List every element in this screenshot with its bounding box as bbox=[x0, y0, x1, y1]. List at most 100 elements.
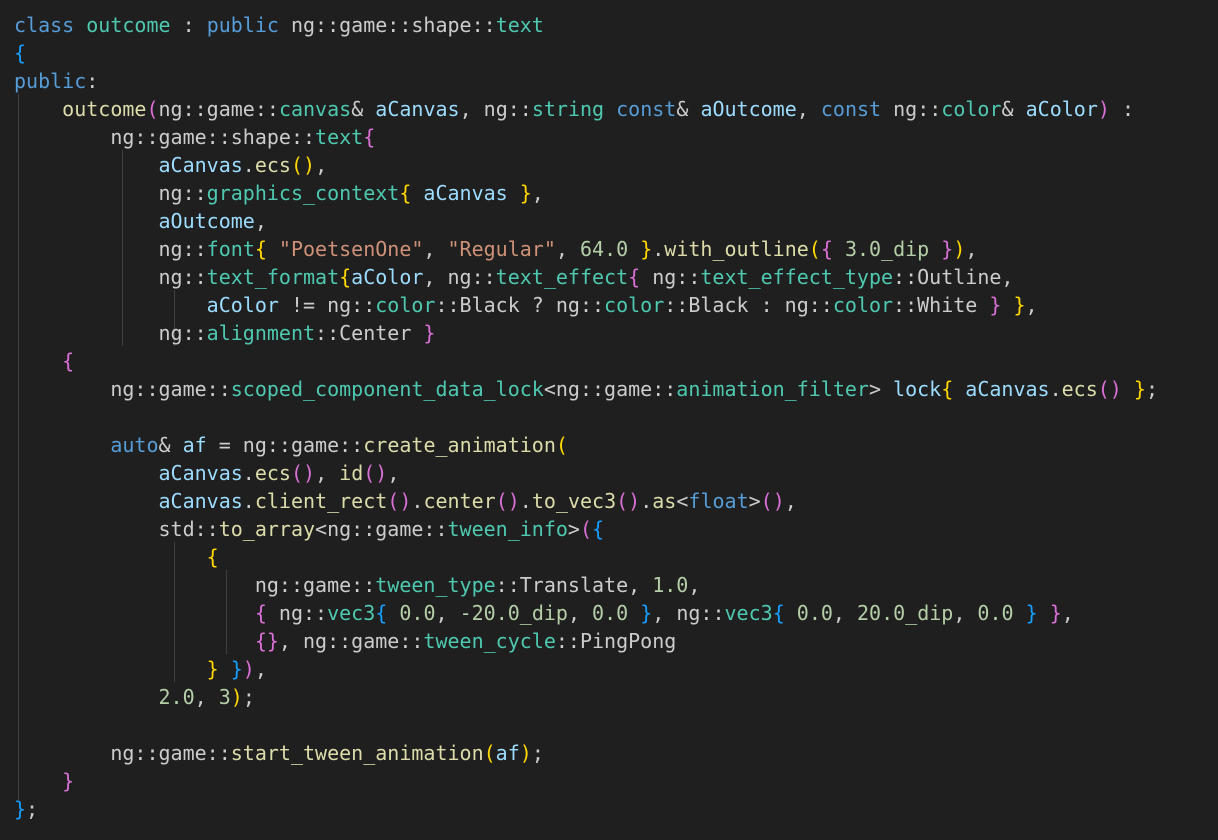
code-token: tween_cycle bbox=[423, 629, 556, 653]
code-token: af bbox=[182, 433, 207, 457]
code-token: , ng::game:: bbox=[278, 629, 424, 653]
code-token: , bbox=[832, 601, 857, 625]
code-token: () bbox=[387, 489, 412, 513]
code-token: { bbox=[820, 237, 833, 261]
code-token: with_outline bbox=[664, 237, 809, 261]
code-token: ( bbox=[483, 741, 496, 765]
code-token: ng::game::shape:: bbox=[278, 13, 496, 37]
code-token: . bbox=[242, 461, 255, 485]
code-line: auto& af = ng::game::create_animation( bbox=[14, 431, 568, 459]
code-token: ::Black ? ng:: bbox=[435, 293, 605, 317]
code-token: & bbox=[1001, 97, 1026, 121]
code-token: std:: bbox=[14, 517, 219, 541]
code-token: const bbox=[616, 97, 677, 121]
code-line: ng::font{ "PoetsenOne", "Regular", 64.0 … bbox=[14, 235, 977, 263]
code-line: } bbox=[14, 767, 74, 795]
code-token: graphics_context bbox=[206, 181, 400, 205]
code-token: font bbox=[206, 237, 255, 261]
code-token: > bbox=[868, 377, 894, 401]
code-token: class bbox=[14, 13, 75, 37]
code-token: ecs bbox=[1061, 377, 1098, 401]
code-token: ; bbox=[1145, 377, 1158, 401]
code-token: . bbox=[411, 489, 424, 513]
code-token: aColor bbox=[206, 293, 279, 317]
code-token: , bbox=[531, 181, 544, 205]
code-token: ng::game::shape:: bbox=[14, 125, 316, 149]
code-line: outcome(ng::game::canvas& aCanvas, ng::s… bbox=[14, 95, 1134, 123]
code-token: , bbox=[254, 657, 267, 681]
code-token: ng:: bbox=[14, 237, 207, 261]
code-token: ) bbox=[1097, 97, 1110, 121]
code-token: , bbox=[315, 461, 340, 485]
code-token: color bbox=[941, 97, 1002, 121]
code-token: () bbox=[1097, 377, 1122, 401]
code-line: 2.0, 3); bbox=[14, 683, 255, 711]
code-line: public: bbox=[14, 67, 98, 95]
code-token: , bbox=[567, 601, 593, 625]
code-token: aColor bbox=[351, 265, 424, 289]
code-token: 0.0 bbox=[796, 601, 833, 625]
code-token: . bbox=[242, 489, 255, 513]
code-token: start_tween_animation bbox=[230, 741, 484, 765]
code-token: ng::game:: bbox=[158, 97, 279, 121]
code-token: tween_type bbox=[375, 573, 496, 597]
code-token: color bbox=[604, 293, 665, 317]
code-token: tween_info bbox=[447, 517, 568, 541]
code-token: 0.0 bbox=[977, 601, 1014, 625]
code-token: & bbox=[158, 433, 183, 457]
code-token: aOutcome bbox=[158, 209, 255, 233]
code-token: <ng::game:: bbox=[315, 517, 448, 541]
code-token: , ng:: bbox=[423, 265, 496, 289]
code-token: , bbox=[1061, 601, 1074, 625]
code-token: ng::game:: bbox=[14, 573, 376, 597]
code-token: lock bbox=[893, 377, 942, 401]
code-token: scoped_component_data_lock bbox=[230, 377, 544, 401]
code-token: ; bbox=[242, 685, 255, 709]
code-token: , bbox=[1025, 293, 1038, 317]
code-token: {} bbox=[254, 629, 279, 653]
code-token: & bbox=[351, 97, 376, 121]
code-token: outcome bbox=[86, 13, 171, 37]
code-token: : bbox=[86, 69, 99, 93]
code-token: , bbox=[254, 209, 267, 233]
code-token: "PoetsenOne" bbox=[278, 237, 424, 261]
code-token: } bbox=[1133, 377, 1146, 401]
code-token: "Regular" bbox=[447, 237, 556, 261]
code-token: create_animation bbox=[363, 433, 556, 457]
code-token: ( bbox=[579, 517, 592, 541]
code-token: ::Center bbox=[315, 321, 424, 345]
code-token: <ng::game:: bbox=[543, 377, 677, 401]
code-token: 2.0 bbox=[158, 685, 195, 709]
code-token: 64.0 bbox=[579, 237, 629, 261]
code-token: client_rect bbox=[254, 489, 388, 513]
code-token: } bbox=[62, 769, 75, 793]
code-line: {}, ng::game::tween_cycle::PingPong bbox=[14, 627, 676, 655]
code-token: text_format bbox=[206, 265, 340, 289]
code-token: aOutcome bbox=[700, 97, 797, 121]
code-token: aCanvas bbox=[375, 97, 460, 121]
code-token: aColor bbox=[1025, 97, 1098, 121]
code-token: 20.0_dip bbox=[857, 601, 954, 625]
code-token: float bbox=[688, 489, 749, 513]
code-token: { bbox=[254, 237, 267, 261]
code-token: public bbox=[14, 69, 87, 93]
code-token: id bbox=[339, 461, 364, 485]
code-editor[interactable]: class outcome : public ng::game::shape::… bbox=[0, 0, 1218, 840]
code-token: } bbox=[206, 657, 219, 681]
code-token: ::Translate, bbox=[495, 573, 653, 597]
code-token: . bbox=[640, 489, 653, 513]
code-token: ng:: bbox=[14, 181, 207, 205]
